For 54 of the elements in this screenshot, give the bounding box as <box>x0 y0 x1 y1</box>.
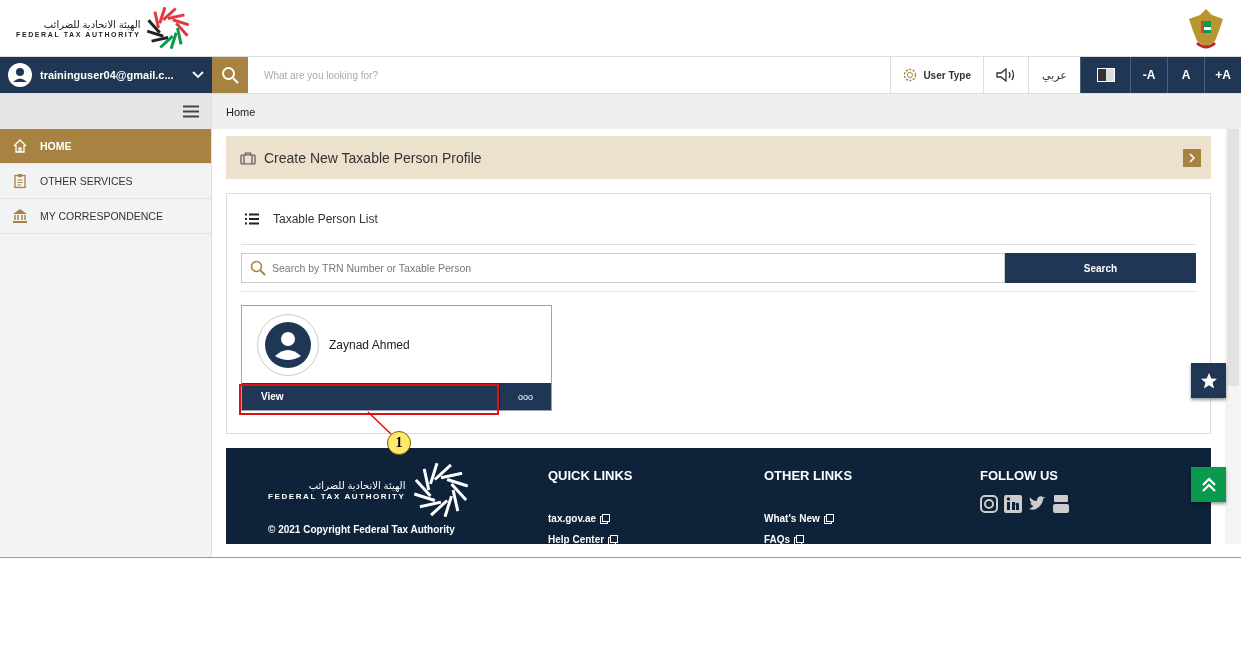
logo-ring-icon <box>146 6 191 50</box>
double-chevron-up-icon <box>1200 476 1217 493</box>
star-icon <box>1199 371 1218 390</box>
breadcrumb-link[interactable]: Home <box>226 105 256 118</box>
instagram-icon[interactable] <box>980 495 998 513</box>
footer-heading: FOLLOW US <box>980 468 1059 483</box>
bank-icon <box>12 208 28 224</box>
search-field[interactable]: Search by TRN Number or Taxable Person <box>241 253 1005 283</box>
footer-link[interactable]: What's New <box>764 513 980 524</box>
avatar-icon <box>265 321 311 368</box>
sidebar-item[interactable]: MY CORRESPONDENCE <box>0 199 211 234</box>
list-icon <box>245 213 259 225</box>
arrow-button[interactable] <box>1183 148 1201 167</box>
logo-arabic-text: الهيئة الاتحادية للضرائب <box>43 18 141 31</box>
search-button[interactable]: Search <box>1005 253 1196 283</box>
font-size-button[interactable]: A <box>1167 57 1204 93</box>
copyright-text: © 2021 Copyright Federal Tax Authority <box>268 524 456 535</box>
person-name: Zaynad Ahmed <box>329 337 410 352</box>
scroll-top-button[interactable] <box>1191 467 1226 502</box>
user-menu-button[interactable]: traininguser04@gmail.c... <box>0 57 212 93</box>
create-profile-bar[interactable]: Create New Taxable Person Profile <box>226 136 1211 179</box>
more-button[interactable]: ooo <box>499 383 551 410</box>
sidebar-item[interactable]: HOME <box>0 129 211 164</box>
gear-icon <box>903 68 918 82</box>
footer-link[interactable]: tax.gov.ae <box>548 513 764 524</box>
speaker-icon <box>996 68 1016 82</box>
linkedin-icon[interactable] <box>1004 495 1022 513</box>
chevron-right-icon <box>1188 152 1196 163</box>
search-button[interactable] <box>212 57 248 93</box>
contrast-icon <box>1096 68 1115 82</box>
logo-ring-icon <box>413 462 470 518</box>
clipboard-icon <box>12 173 28 189</box>
leader-line <box>367 411 392 435</box>
footer-heading: OTHER LINKS <box>764 468 854 483</box>
briefcase-icon <box>240 150 256 165</box>
logo-arabic-text: الهيئة الاتحادية للضرائب <box>308 479 406 492</box>
view-button[interactable]: View <box>242 383 499 410</box>
twitter-icon[interactable] <box>1028 495 1046 513</box>
external-link-icon <box>823 513 834 524</box>
footer-heading: QUICK LINKS <box>548 468 634 483</box>
favorite-button[interactable] <box>1191 363 1226 398</box>
scrollbar-thumb[interactable] <box>1227 129 1239 386</box>
panel-title: Taxable Person List <box>273 212 378 226</box>
logo-english-text: FEDERAL TAX AUTHORITY <box>268 492 406 501</box>
search-icon <box>221 66 239 84</box>
external-link-icon <box>600 513 611 524</box>
home-icon <box>12 138 28 154</box>
sidebar-item[interactable]: OTHER SERVICES <box>0 164 211 199</box>
menu-icon[interactable] <box>183 105 199 118</box>
font-size-button[interactable]: +A <box>1204 57 1241 93</box>
contrast-button[interactable] <box>1080 57 1130 93</box>
user-avatar-icon <box>8 63 32 87</box>
font-size-button[interactable]: -A <box>1130 57 1167 93</box>
chevron-down-icon <box>192 71 204 79</box>
